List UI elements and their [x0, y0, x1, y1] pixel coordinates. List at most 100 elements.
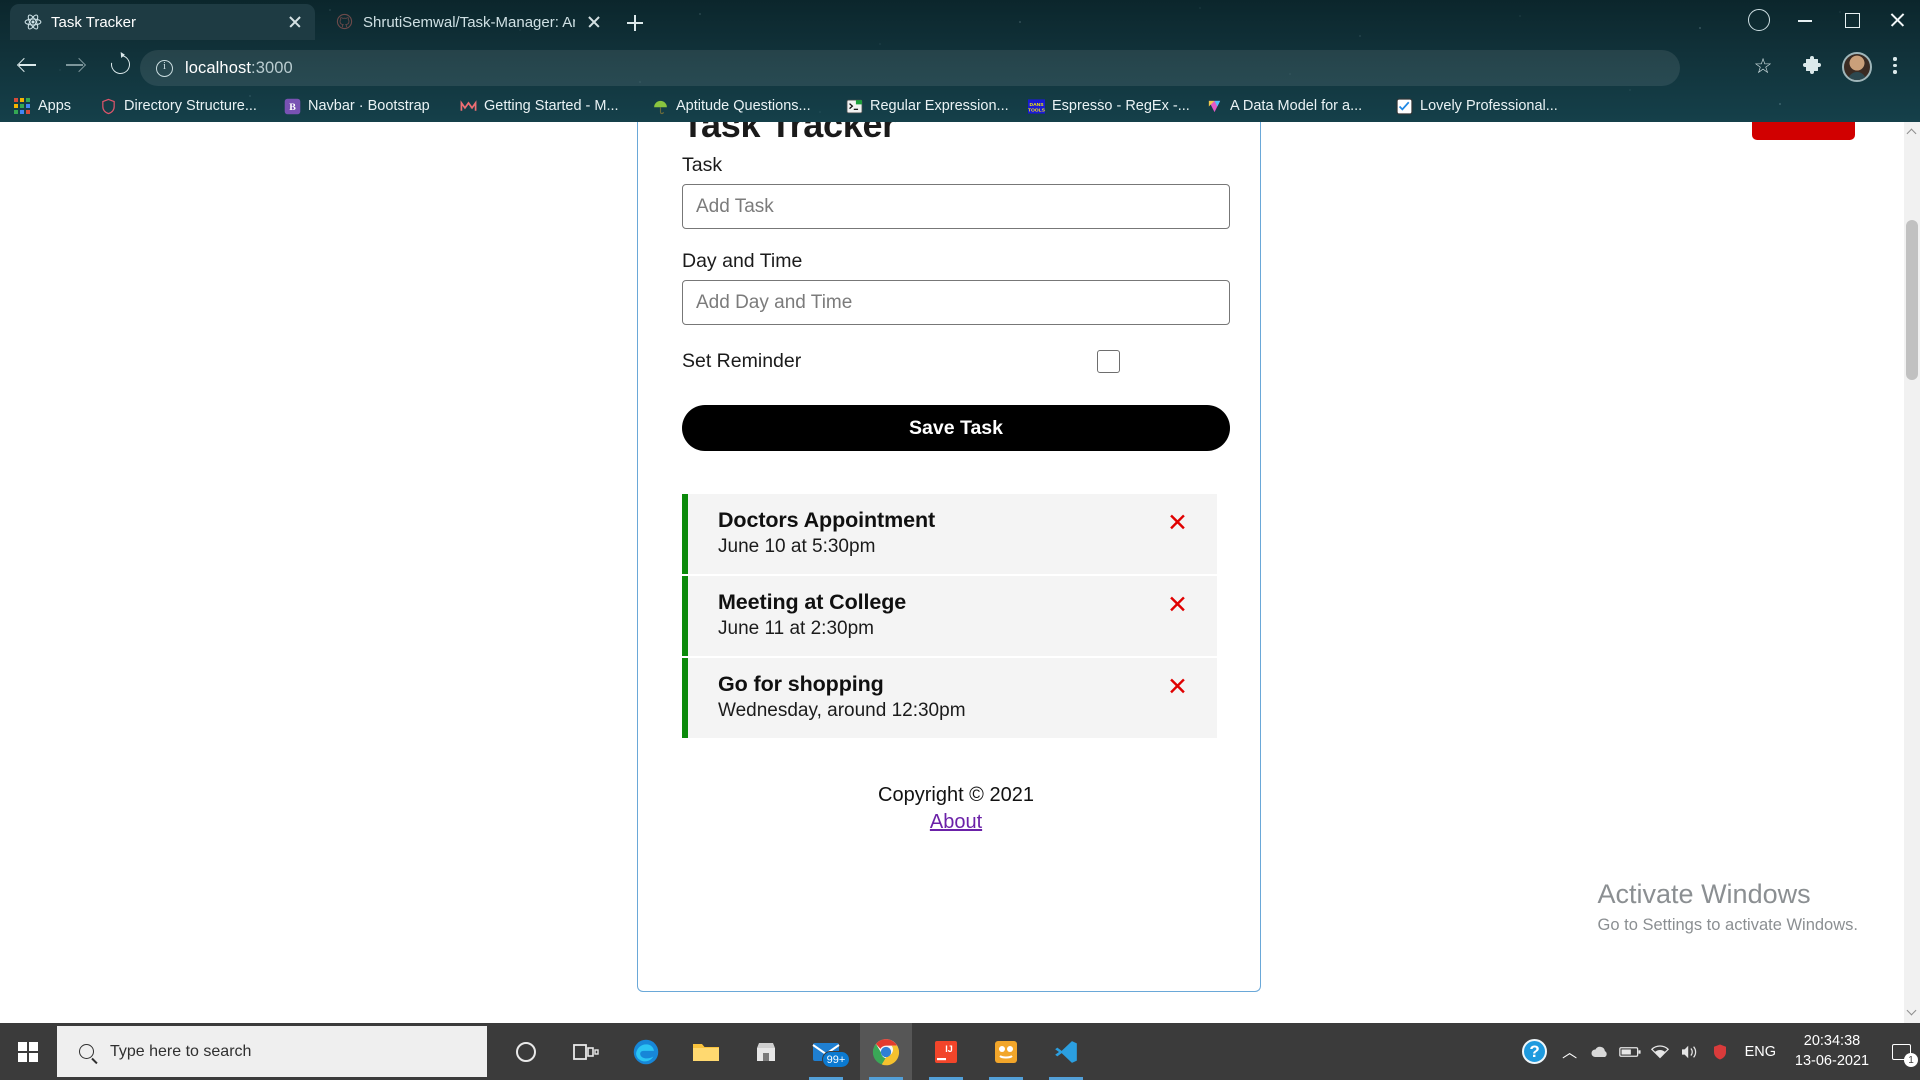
google-chrome-icon[interactable] — [860, 1023, 912, 1080]
notification-icon[interactable]: 1 — [1882, 1023, 1920, 1080]
taskbar-clock[interactable]: 20:34:38 13-06-2021 — [1786, 1032, 1882, 1071]
windows-logo-icon — [18, 1042, 38, 1062]
svg-text:DANS: DANS — [1030, 101, 1045, 107]
bookmark-apps[interactable]: Apps — [14, 94, 71, 118]
file-explorer-icon[interactable] — [680, 1023, 732, 1080]
browser-menu-icon[interactable] — [1884, 54, 1906, 80]
window-controls — [1742, 0, 1920, 40]
clear-button[interactable] — [1752, 122, 1855, 140]
shield-icon — [100, 98, 117, 115]
url-port: :3000 — [251, 58, 293, 77]
url-text: localhost:3000 — [185, 59, 293, 78]
close-icon[interactable] — [1874, 0, 1920, 40]
wifi-icon[interactable] — [1645, 1023, 1675, 1080]
language-indicator[interactable]: ENG — [1735, 1044, 1786, 1060]
microsoft-edge-icon[interactable] — [620, 1023, 672, 1080]
daytime-input-wrap — [682, 280, 1230, 325]
chevron-up-icon[interactable]: ︿ — [1555, 1023, 1585, 1080]
checkbox-link-icon — [1396, 97, 1413, 115]
tab-close-icon[interactable] — [285, 12, 305, 32]
task-input[interactable] — [682, 184, 1230, 229]
start-button[interactable] — [0, 1023, 57, 1080]
delete-task-icon[interactable]: ✕ — [1167, 592, 1188, 617]
tab-close-icon[interactable] — [584, 12, 604, 32]
react-atom-icon — [24, 13, 42, 31]
bootstrap-icon: B — [284, 98, 301, 115]
clock-date: 13-06-2021 — [1794, 1052, 1870, 1069]
help-circle-icon[interactable]: ? — [1515, 1023, 1555, 1080]
bookmark-label: Navbar · Bootstrap — [308, 98, 430, 114]
cloud-icon[interactable] — [1585, 1023, 1615, 1080]
address-bar[interactable]: localhost:3000 — [140, 50, 1680, 86]
maximize-icon[interactable] — [1828, 0, 1874, 40]
jetbrains-icon[interactable]: IJ — [920, 1023, 972, 1080]
svg-text:TOOLS: TOOLS — [1028, 107, 1045, 113]
search-icon — [79, 1044, 94, 1059]
copyright-text: Copyright © 2021 — [878, 784, 1034, 806]
scroll-down-icon[interactable] — [1906, 1005, 1918, 1019]
github-icon — [336, 13, 354, 31]
mail-icon[interactable]: 99+ — [800, 1023, 852, 1080]
system-tray: ? ︿ ENG 20:34:38 13-06-2021 1 — [1515, 1023, 1920, 1080]
task-title: Meeting at College — [718, 590, 907, 614]
task-row[interactable]: Meeting at College June 11 at 2:30pm ✕ — [682, 576, 1217, 656]
site-info-icon[interactable] — [156, 59, 173, 77]
avatar[interactable] — [1842, 52, 1872, 82]
minimize-icon[interactable] — [1782, 0, 1828, 40]
speaker-icon[interactable] — [1675, 1023, 1705, 1080]
visual-studio-code-icon[interactable] — [1040, 1023, 1092, 1080]
daytime-label: Day and Time — [682, 250, 803, 272]
battery-icon[interactable] — [1615, 1023, 1645, 1080]
extensions-puzzle-icon[interactable] — [1800, 55, 1824, 79]
bookmark-navbar-bootstrap[interactable]: B Navbar · Bootstrap — [284, 94, 430, 118]
tab-github-task-manager[interactable]: ShrutiSemwal/Task-Manager: An — [322, 4, 614, 40]
profile-badge-icon[interactable] — [1742, 3, 1776, 37]
bookmark-directory-structure[interactable]: Directory Structure... — [100, 94, 257, 118]
reload-button[interactable] — [104, 48, 138, 82]
activate-windows-watermark: Activate Windows Go to Settings to activ… — [1598, 879, 1858, 935]
reminder-label: Set Reminder — [682, 350, 802, 372]
task-view-icon[interactable] — [560, 1023, 612, 1080]
scroll-up-icon[interactable] — [1906, 126, 1918, 140]
bookmark-data-model[interactable]: A Data Model for a... — [1206, 94, 1362, 118]
terminal-icon — [846, 98, 863, 115]
save-task-button[interactable]: Save Task — [682, 405, 1230, 451]
bookmark-getting-started[interactable]: Getting Started - M... — [460, 94, 619, 118]
taskbar-search[interactable]: Type here to search — [57, 1026, 487, 1077]
bookmark-aptitude-questions[interactable]: Aptitude Questions... — [652, 94, 811, 118]
page-scrollbar[interactable] — [1904, 122, 1920, 1023]
about-link[interactable]: About — [930, 811, 982, 834]
task-time: June 11 at 2:30pm — [718, 618, 874, 639]
bookmark-espresso-regex[interactable]: DANS TOOLS Espresso - RegEx -... — [1028, 94, 1190, 118]
scrollbar-thumb[interactable] — [1906, 220, 1918, 380]
delete-task-icon[interactable]: ✕ — [1167, 510, 1188, 535]
cortana-icon[interactable] — [500, 1023, 552, 1080]
new-tab-button[interactable] — [622, 10, 648, 36]
shield-icon[interactable] — [1705, 1023, 1735, 1080]
watermark-title: Activate Windows — [1597, 879, 1811, 909]
tab-task-tracker[interactable]: Task Tracker — [10, 4, 315, 40]
task-row[interactable]: Go for shopping Wednesday, around 12:30p… — [682, 658, 1217, 738]
microsoft-store-icon[interactable] — [740, 1023, 792, 1080]
daytime-input[interactable] — [682, 280, 1230, 325]
bookmark-regular-expression[interactable]: Regular Expression... — [846, 94, 1009, 118]
bookmark-lovely-professional[interactable]: Lovely Professional... — [1396, 94, 1558, 118]
mail-badge: 99+ — [822, 1051, 850, 1068]
bookmark-star-icon[interactable]: ☆ — [1752, 56, 1774, 78]
reminder-checkbox[interactable] — [1097, 350, 1121, 373]
page-title: Task Tracker — [682, 122, 896, 145]
page-footer: Copyright © 2021 About — [682, 784, 1230, 834]
forward-button[interactable] — [58, 48, 92, 82]
task-row[interactable]: Doctors Appointment June 10 at 5:30pm ✕ — [682, 494, 1217, 574]
delete-task-icon[interactable]: ✕ — [1167, 674, 1188, 699]
tab-title: ShrutiSemwal/Task-Manager: An — [363, 13, 575, 31]
page-viewport: Task Tracker Task Day and Time Set Remin… — [0, 122, 1920, 1023]
task-list: Doctors Appointment June 10 at 5:30pm ✕ … — [682, 494, 1230, 740]
figma-app-icon[interactable] — [980, 1023, 1032, 1080]
bookmark-label: Apps — [38, 98, 72, 114]
materialize-icon — [460, 98, 477, 115]
back-button[interactable] — [10, 48, 44, 82]
search-placeholder: Type here to search — [110, 1042, 252, 1060]
task-title: Go for shopping — [718, 672, 884, 696]
windows-taskbar: Type here to search 99+ IJ ? ︿ ENG 20:34… — [0, 1023, 1920, 1080]
